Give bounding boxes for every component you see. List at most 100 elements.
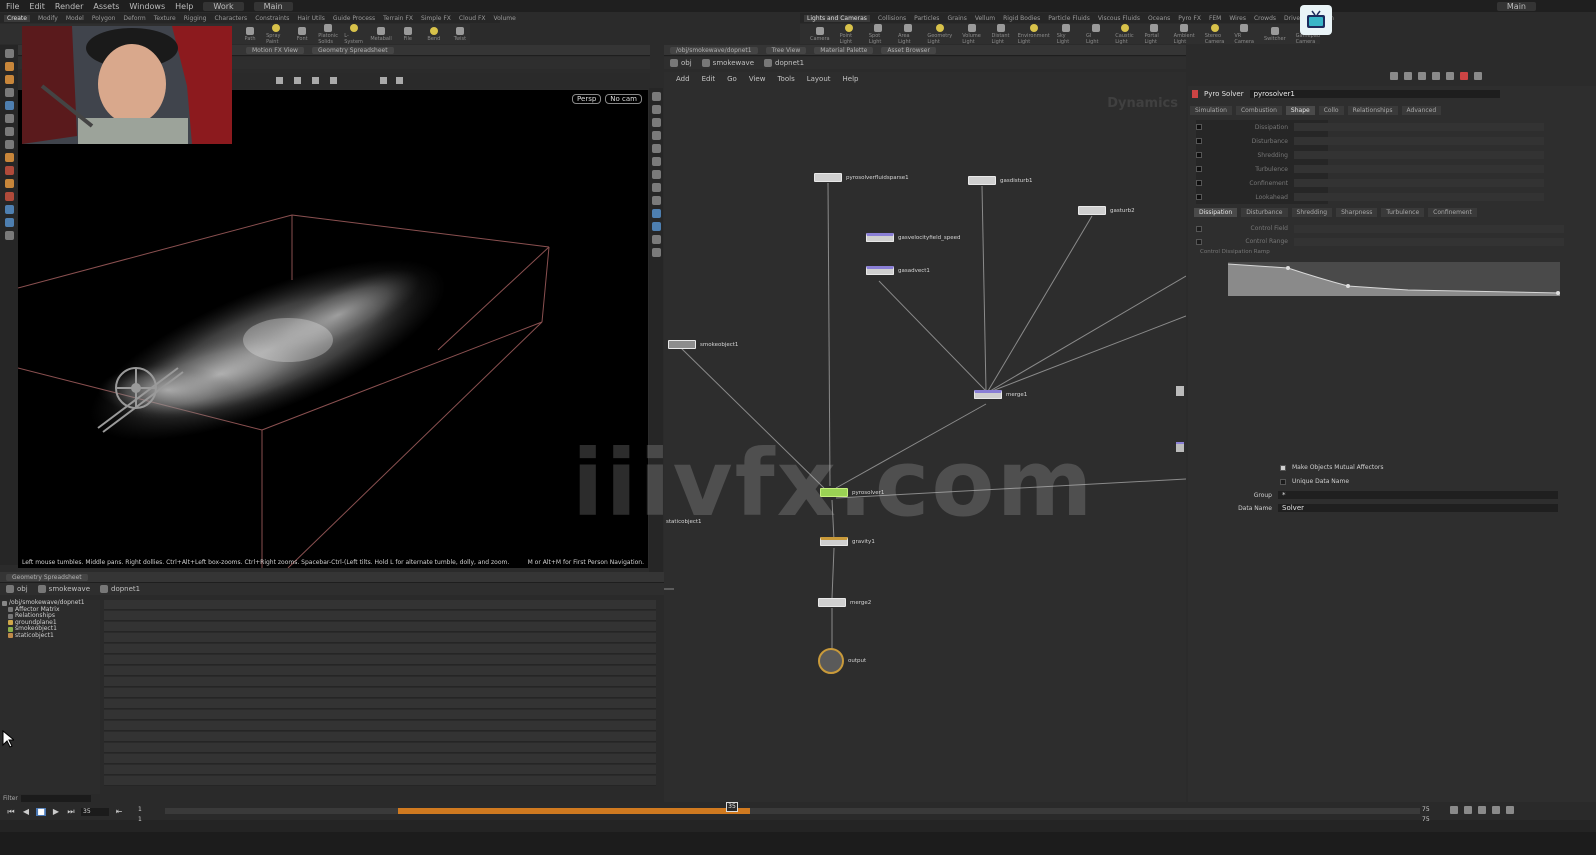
shape-row-checkbox[interactable] <box>1196 152 1202 158</box>
realtime-icon[interactable] <box>1478 806 1486 814</box>
shelf-tool[interactable]: Portal Light <box>1144 23 1163 45</box>
shelf-tool[interactable]: Sky Light <box>1057 23 1076 45</box>
net-menu-layout[interactable]: Layout <box>807 75 831 83</box>
param-tab[interactable]: Simulation <box>1190 106 1232 115</box>
shelf-tool[interactable]: GI Light <box>1086 23 1105 45</box>
audio-icon[interactable] <box>1464 806 1472 814</box>
crumb-obj[interactable]: obj <box>6 585 28 593</box>
menu-file[interactable]: File <box>6 2 19 11</box>
net-menu-tools[interactable]: Tools <box>777 75 794 83</box>
net-menu-go[interactable]: Go <box>727 75 737 83</box>
stop-icon[interactable] <box>1418 72 1426 80</box>
range-end-2[interactable]: 75 <box>1422 816 1430 823</box>
shelf-tool[interactable]: Platonic Solids <box>318 23 338 45</box>
handle-icon[interactable] <box>4 75 14 84</box>
param-subtab[interactable]: Turbulence <box>1381 208 1425 217</box>
render-view-icon[interactable] <box>651 222 661 231</box>
ghost-icon[interactable] <box>651 157 661 166</box>
param-tab[interactable]: Advanced <box>1401 106 1442 115</box>
shelf-tab[interactable]: Lights and Cameras <box>804 14 870 22</box>
scene-view-icon[interactable] <box>651 209 661 218</box>
main-dropdown[interactable]: Main <box>1496 1 1536 11</box>
light-icon[interactable] <box>4 153 14 162</box>
dataname-field[interactable]: Solver <box>1278 504 1558 512</box>
shelf-tab[interactable]: Guide Process <box>333 15 375 22</box>
snap-point-icon[interactable] <box>4 218 14 227</box>
shape-row-checkbox[interactable] <box>1196 138 1202 144</box>
filter-input[interactable] <box>20 795 91 802</box>
shape-row-field[interactable] <box>1294 123 1544 131</box>
playhead[interactable]: 35 <box>726 802 738 812</box>
build-selector[interactable]: Main <box>253 1 293 11</box>
shape-row-checkbox[interactable] <box>1196 180 1202 186</box>
group-field[interactable]: * <box>1278 491 1558 499</box>
shape-row-checkbox[interactable] <box>1196 166 1202 172</box>
range-start-2[interactable]: 1 <box>138 816 142 823</box>
shelf-tab[interactable]: Crowds <box>1254 15 1276 22</box>
shelf-tab[interactable]: Texture <box>154 15 176 22</box>
node-gasvelocityfield[interactable]: gasvelocityfield_speed <box>866 233 960 242</box>
net-menu-view[interactable]: View <box>749 75 766 83</box>
param-tab[interactable]: Combustion <box>1235 106 1282 115</box>
shelf-tool[interactable]: L-System <box>344 23 364 45</box>
shelf-tab[interactable]: Deform <box>123 15 145 22</box>
snap-grid-icon[interactable] <box>4 205 14 214</box>
shelf-tool[interactable]: Ambient Light <box>1174 23 1195 45</box>
shelf-tab[interactable]: Characters <box>214 15 247 22</box>
shelf-tab[interactable]: Constraints <box>255 15 289 22</box>
3d-viewport[interactable]: Persp No cam Left mouse tumbles. Middle … <box>18 90 648 568</box>
menu-render[interactable]: Render <box>55 2 83 11</box>
tab-geometry-spreadsheet-top[interactable]: Geometry Spreadsheet <box>311 46 394 54</box>
camera-icon[interactable] <box>4 101 14 110</box>
shelf-tool[interactable]: Camera <box>810 26 830 42</box>
shelf-tool[interactable]: VR Camera <box>1234 23 1254 45</box>
shelf-tool[interactable]: Volume Light <box>962 23 981 45</box>
shelf-tab[interactable]: Vellum <box>975 15 995 22</box>
shelf-tool[interactable]: Bend <box>424 26 444 42</box>
shelf-tab[interactable]: Particles <box>914 15 939 22</box>
tab-motion-fx[interactable]: Motion FX View <box>246 46 304 54</box>
node-merge1[interactable]: merge1 <box>974 390 1027 399</box>
shelf-tab[interactable]: Particle Fluids <box>1048 15 1090 22</box>
step-back-icon[interactable]: ◀ <box>21 808 31 816</box>
mutual-affectors-checkbox[interactable] <box>1280 464 1286 471</box>
timeline-track[interactable] <box>165 808 1420 814</box>
jump-start-icon[interactable]: ⏮ <box>6 808 16 816</box>
param-subtab[interactable]: Shredding <box>1291 208 1333 217</box>
play-icon[interactable]: ▶ <box>51 808 61 816</box>
grid-view-icon[interactable] <box>1474 72 1482 80</box>
loop-icon[interactable] <box>1492 806 1500 814</box>
jump-end-icon[interactable]: ⏭ <box>66 808 76 816</box>
shelf-tab[interactable]: Hair Utils <box>297 15 324 22</box>
shelf-tool[interactable]: Switcher <box>1264 26 1286 42</box>
shelf-tool[interactable]: Caustic Light <box>1115 23 1134 45</box>
offscreen-node[interactable] <box>1176 386 1184 396</box>
stop-button-icon[interactable]: ■ <box>36 808 46 816</box>
lock-icon[interactable] <box>651 105 661 114</box>
param-tab[interactable]: Collo <box>1318 106 1344 115</box>
node-name-field[interactable]: pyrosolver1 <box>1249 90 1500 98</box>
param-tab[interactable]: Relationships <box>1347 106 1398 115</box>
shelf-tool[interactable]: Path <box>240 26 260 42</box>
magnet-icon[interactable] <box>4 140 14 149</box>
view-icon[interactable] <box>4 88 14 97</box>
range-end[interactable]: 75 <box>1422 806 1430 813</box>
shelf-tab[interactable]: Collisions <box>878 15 906 22</box>
shelf-tab[interactable]: Terrain FX <box>383 15 413 22</box>
shelf-tool[interactable]: Stereo Camera <box>1205 23 1224 45</box>
settings-icon[interactable] <box>1506 806 1514 814</box>
wire-icon[interactable] <box>651 170 661 179</box>
net-crumb-smokewave[interactable]: smokewave <box>701 59 754 67</box>
node-gasturb[interactable]: gasturb2 <box>1078 206 1135 215</box>
shelf-tab[interactable]: Model <box>66 15 84 22</box>
tab-network[interactable]: /obj/smokewave/dopnet1 <box>670 46 758 54</box>
shape-row-checkbox[interactable] <box>1196 194 1202 200</box>
flipbook-icon[interactable] <box>651 248 661 257</box>
key-icon[interactable] <box>1450 806 1458 814</box>
error-icon[interactable] <box>1460 72 1468 80</box>
shelf-tab[interactable]: Cloud FX <box>459 15 486 22</box>
param-subtab[interactable]: Dissipation <box>1194 208 1238 217</box>
network-close-icon[interactable] <box>1404 72 1412 80</box>
node-smokeobject[interactable]: smokeobject1 <box>668 340 738 349</box>
camera-button[interactable]: No cam <box>605 94 642 104</box>
